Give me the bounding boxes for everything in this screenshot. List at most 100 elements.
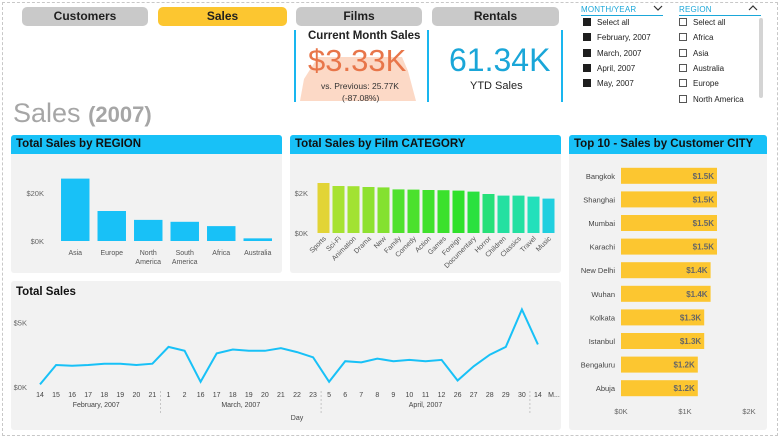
checkbox-unchecked-icon[interactable]: [679, 94, 687, 103]
x-tick-label: $1K: [678, 407, 691, 416]
checkbox-unchecked-icon[interactable]: [679, 48, 687, 57]
checkbox-checked-icon[interactable]: [583, 48, 591, 57]
x-tick-label: Asia: [68, 250, 82, 257]
slicer-region-item-label: Select all: [693, 18, 726, 27]
checkbox-checked-icon[interactable]: [583, 18, 591, 26]
slicer-region-title: REGION: [679, 5, 712, 14]
page-title: Sales (2007): [13, 98, 152, 129]
slicer-month-item-label: April, 2007: [597, 63, 636, 73]
slicer-month-item-label: Select all: [597, 18, 630, 27]
y-tick-label: $20K: [26, 189, 44, 198]
x-tick-label: Africa: [212, 250, 230, 257]
x-tick-label: South America: [172, 250, 198, 266]
x-tick-label: 10: [406, 392, 414, 399]
checkbox-unchecked-icon[interactable]: [679, 18, 687, 26]
x-tick-label: 18: [100, 392, 108, 399]
x-tick-label: $2K: [742, 407, 755, 416]
slicer-region-item[interactable]: Australia: [679, 63, 724, 73]
slicer-region-item[interactable]: Select all: [679, 18, 725, 27]
bar: [482, 194, 495, 233]
bar: [497, 195, 510, 233]
x-tick-label: 22: [293, 392, 301, 399]
slicer-region-scrollbar[interactable]: [759, 18, 763, 98]
x-tick-label: 5: [327, 392, 331, 399]
x-tick-label: 23: [309, 392, 317, 399]
x-tick-label: 21: [277, 392, 285, 399]
x-tick-label: 17: [213, 392, 221, 399]
bar: [542, 198, 555, 233]
y-tick-label: Istanbul: [589, 337, 616, 346]
x-tick-label: 20: [261, 392, 269, 399]
kpi-ytd-value: 61.34K: [449, 42, 551, 78]
slicer-region-item[interactable]: Africa: [679, 33, 713, 42]
x-tick-label: 7: [359, 392, 363, 399]
kpi-divider-middle: [427, 30, 429, 102]
tab-sales[interactable]: Sales: [158, 7, 287, 26]
y-tick-label: Abuja: [596, 384, 616, 393]
y-tick-label: $0K: [295, 229, 308, 238]
tab-customers[interactable]: Customers: [22, 7, 148, 26]
x-tick-label: 8: [375, 392, 379, 399]
x-tick-label: 16: [68, 392, 76, 399]
slicer-month-year-rule: [581, 15, 663, 16]
bar: [207, 226, 236, 241]
month-label: March, 2007: [221, 402, 260, 409]
x-tick-label: 12: [438, 392, 446, 399]
region-chart-panel: Total Sales by REGION $20K $0K Asia Europe N…: [11, 135, 282, 273]
month-label: February, 2007: [73, 402, 120, 409]
series-line: [39, 307, 539, 386]
page-title-main: Sales: [13, 98, 81, 128]
tab-films[interactable]: Films: [296, 7, 422, 26]
month-label: April, 2007: [409, 402, 443, 409]
slicer-month-item[interactable]: May, 2007: [583, 79, 634, 88]
checkbox-unchecked-icon[interactable]: [679, 33, 687, 42]
x-tick-label: Travel: [519, 235, 538, 254]
bar: [437, 190, 450, 233]
slicer-region-item-label: Africa: [693, 33, 714, 43]
kpi-divider-left: [294, 30, 296, 102]
checkbox-checked-icon[interactable]: [583, 33, 591, 42]
y-tick-label: $2K: [295, 189, 308, 198]
checkbox-unchecked-icon[interactable]: [679, 63, 687, 72]
bar: [527, 196, 540, 233]
data-label: $1.4K: [686, 290, 708, 299]
data-label: $1.2K: [673, 361, 695, 370]
bar: [170, 221, 199, 241]
slicer-month-item[interactable]: February, 2007: [583, 33, 651, 42]
bar: [97, 211, 126, 241]
kpi-current-month-title: Current Month Sales: [308, 30, 421, 42]
y-tick-label: Bangkok: [586, 172, 615, 181]
bar: [452, 190, 465, 233]
bar: [347, 186, 360, 233]
data-label: $1.5K: [693, 219, 715, 228]
slicer-region-item[interactable]: Asia: [679, 48, 709, 58]
chevron-down-icon[interactable]: [653, 4, 663, 12]
bar: [392, 189, 405, 233]
slicer-month-item[interactable]: Select all: [583, 18, 629, 27]
data-label: $1.3K: [680, 337, 702, 346]
category-chart-panel: Total Sales by Film CATEGORY $2K $0K Sport…: [290, 135, 561, 273]
x-tick-label: 19: [245, 392, 253, 399]
kpi-previous-text: vs. Previous: 25.77K: [321, 81, 399, 91]
x-tick-label: 20: [132, 392, 140, 399]
x-tick-label: 17: [84, 392, 92, 399]
checkbox-checked-icon[interactable]: [583, 79, 591, 88]
x-tick-label: Europe: [100, 250, 123, 257]
checkbox-checked-icon[interactable]: [583, 63, 591, 72]
chevron-up-icon[interactable]: [748, 4, 758, 12]
x-tick-label: 14: [534, 392, 542, 399]
tab-rentals[interactable]: Rentals: [432, 7, 559, 26]
page-title-year: (2007): [88, 102, 152, 127]
bar: [317, 183, 330, 233]
bar: [61, 178, 90, 241]
slicer-region-item[interactable]: Europe: [679, 79, 719, 88]
checkbox-unchecked-icon[interactable]: [679, 79, 687, 88]
slicer-region-item[interactable]: North America: [679, 94, 744, 104]
slicer-month-item[interactable]: April, 2007: [583, 63, 636, 73]
slicer-month-item[interactable]: March, 2007: [583, 48, 641, 58]
kpi-current-month-value: $3.33K: [308, 43, 407, 78]
y-tick-label: Karachi: [590, 243, 616, 252]
x-tick-label: 6: [343, 392, 347, 399]
y-tick-label: Shanghai: [583, 195, 615, 204]
x-tick-label: M...: [548, 392, 560, 399]
